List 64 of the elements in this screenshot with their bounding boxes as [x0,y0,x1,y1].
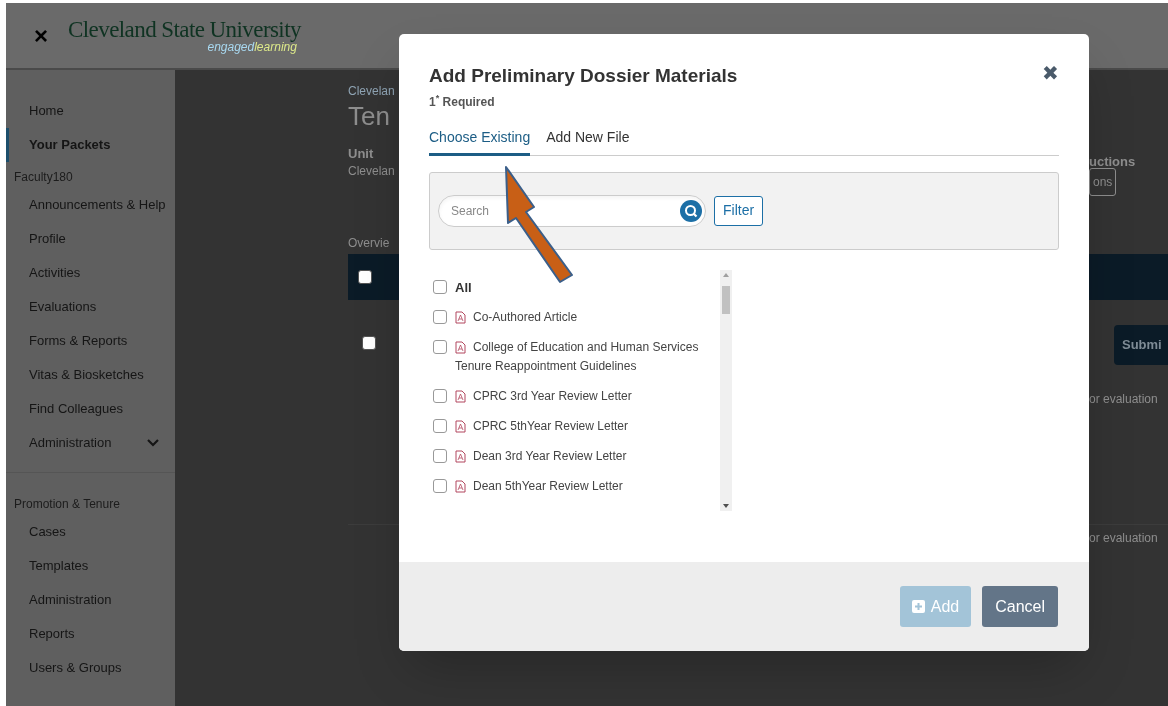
sidebar-item[interactable]: Forms & Reports [6,324,175,358]
sidebar-item[interactable]: Reports [6,617,175,651]
evaluation-note: or evaluation [1089,391,1159,408]
instructions-label: uctions [1089,154,1136,170]
pdf-file-icon [455,390,466,404]
sidebar-item[interactable]: Evaluations [6,290,175,324]
checkbox[interactable] [362,336,376,350]
sidebar-item[interactable]: Templates [6,549,175,583]
file-option[interactable]: Dean 5thYear Review Letter [455,477,623,496]
select-all-option[interactable]: All [433,277,720,297]
sidebar-heading: Faculty180 [13,169,74,186]
sidebar-item[interactable]: Users & Groups [6,651,175,685]
filter-button[interactable]: Filter [714,195,764,226]
checkbox[interactable] [433,419,447,433]
sidebar-item[interactable]: Profile [6,222,175,256]
checkbox[interactable] [433,479,447,493]
sidebar-item[interactable]: Find Colleagues [6,392,175,426]
breadcrumb-link[interactable]: Clevelan [348,82,395,100]
file-option[interactable]: CPRC 3rd Year Review Letter [455,387,632,406]
sidebar-item[interactable]: Cases [6,515,175,549]
dialog-title: Add Preliminary Dossier Materials [429,64,738,88]
evaluation-note: or evaluation [1089,530,1159,547]
scroll-down-icon[interactable] [723,503,729,508]
sidebar-heading: Promotion & Tenure [13,496,121,513]
scroll-thumb[interactable] [722,286,730,314]
scroll-up-icon[interactable] [723,272,729,277]
file-option[interactable]: College of Education and Human Services Tenure Reappointment Guidelines [455,338,720,376]
logo-title: Cleveland State University [68,18,301,41]
unit-value: Clevelan [348,163,395,180]
tab[interactable]: Add New File [546,126,630,156]
sidebar-item[interactable]: Activities [6,256,175,290]
pdf-file-icon [455,450,466,464]
search-icon[interactable] [680,199,702,222]
close-button[interactable]: × [34,23,48,48]
tab[interactable]: Choose Existing [429,126,531,156]
pdf-file-icon [455,341,466,355]
overview-tab[interactable]: Overvie [348,234,390,252]
file-option[interactable]: Dean 3rd Year Review Letter [455,447,627,466]
sidebar-item[interactable]: Home [6,94,175,128]
required-note: 1$^{*}$ Required [429,92,496,111]
checkbox[interactable] [358,270,372,284]
file-option[interactable]: Co-Authored Article [455,308,578,327]
logo-tagline: engagedlearning [207,41,297,53]
unit-label: Unit [348,145,374,163]
page-title: Ten [348,100,390,132]
checkbox[interactable] [433,389,447,403]
pdf-file-icon [455,480,466,494]
close-button[interactable]: ✖ [1042,58,1059,88]
scrollbar[interactable] [720,269,732,511]
plus-icon [911,600,925,613]
checkbox[interactable] [433,449,447,463]
sidebar-item[interactable]: Administration [6,583,175,617]
pdf-file-icon [455,420,466,434]
submit-button[interactable]: Submi [1114,325,1168,365]
sidebar-item[interactable]: Administration [6,426,175,460]
sidebar-item[interactable]: Vitas & Biosketches [6,358,175,392]
pdf-file-icon [455,311,466,325]
checkbox[interactable] [433,310,447,324]
cancel-button[interactable]: Cancel [982,586,1058,627]
sidebar-item[interactable]: Announcements & Help [6,188,175,222]
file-option[interactable]: CPRC 5thYear Review Letter [455,417,628,436]
checkbox[interactable] [433,280,447,295]
checkbox[interactable] [433,340,447,354]
add-button: Add [899,586,972,627]
